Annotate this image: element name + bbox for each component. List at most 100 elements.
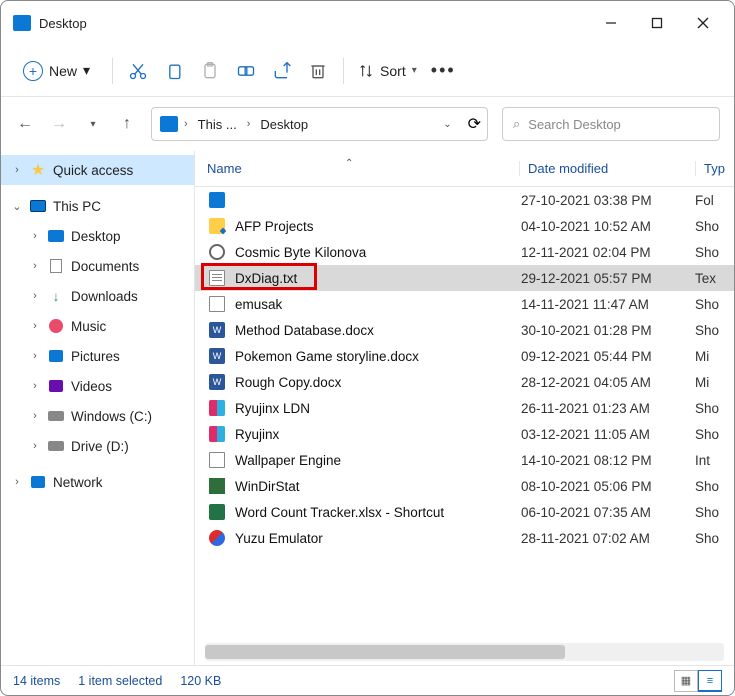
sidebar-this-pc[interactable]: ⌄ This PC — [1, 191, 194, 221]
file-row[interactable]: Yuzu Emulator28-11-2021 07:02 AMSho — [195, 525, 734, 551]
sidebar-videos[interactable]: › Videos — [1, 371, 194, 401]
rename-button[interactable] — [235, 60, 257, 82]
file-row[interactable]: Ryujinx LDN26-11-2021 01:23 AMSho — [195, 395, 734, 421]
crumb-leaf[interactable]: Desktop — [256, 115, 312, 134]
sort-button[interactable]: Sort ▾ — [358, 63, 417, 79]
back-button[interactable]: ← — [15, 114, 35, 134]
chevron-down-icon: ▾ — [412, 65, 417, 76]
sidebar-network[interactable]: › Network — [1, 467, 194, 497]
maximize-button[interactable] — [634, 8, 680, 38]
chevron-right-icon: › — [29, 410, 41, 422]
sidebar-item-label: Quick access — [53, 163, 133, 178]
horizontal-scrollbar[interactable] — [205, 643, 724, 661]
file-row[interactable]: WRough Copy.docx28-12-2021 04:05 AMMi — [195, 369, 734, 395]
minimize-button[interactable] — [588, 8, 634, 38]
file-icon: W — [207, 347, 227, 365]
recent-button[interactable]: ▾ — [83, 114, 103, 134]
scroll-thumb[interactable] — [205, 645, 565, 659]
file-row[interactable]: Ryujinx03-12-2021 11:05 AMSho — [195, 421, 734, 447]
file-name: AFP Projects — [235, 219, 519, 234]
star-icon: ★ — [29, 162, 47, 178]
copy-button[interactable] — [163, 60, 185, 82]
new-button[interactable]: + New ▾ — [15, 57, 98, 85]
file-row[interactable]: 27-10-2021 03:38 PMFol — [195, 187, 734, 213]
file-type: Sho — [695, 323, 731, 338]
status-bar: 14 items 1 item selected 120 KB ▦ ≡ — [1, 665, 734, 695]
column-date[interactable]: Date modified — [519, 161, 695, 176]
file-type: Sho — [695, 479, 731, 494]
file-type: Sho — [695, 531, 731, 546]
crumb-root[interactable]: This ... — [194, 115, 241, 134]
sidebar-downloads[interactable]: › ↓ Downloads — [1, 281, 194, 311]
view-large-button[interactable]: ▦ — [674, 670, 698, 692]
sidebar-item-label: Network — [53, 475, 103, 490]
chevron-down-icon[interactable]: ⌄ — [443, 119, 451, 130]
pc-icon — [29, 198, 47, 214]
up-button[interactable]: ↑ — [117, 114, 137, 134]
sidebar-item-label: Desktop — [71, 229, 121, 244]
file-row[interactable]: emusak14-11-2021 11:47 AMSho — [195, 291, 734, 317]
address-bar[interactable]: › This ... › Desktop ⌄ ⟳ — [151, 107, 488, 141]
file-row[interactable]: WinDirStat08-10-2021 05:06 PMSho — [195, 473, 734, 499]
file-icon — [207, 529, 227, 547]
sort-label: Sort — [380, 63, 406, 79]
column-type[interactable]: Typ — [695, 161, 731, 176]
file-row[interactable]: AFP Projects04-10-2021 10:52 AMSho — [195, 213, 734, 239]
sidebar: › ★ Quick access ⌄ This PC › Desktop › D… — [1, 151, 195, 665]
sidebar-item-label: Videos — [71, 379, 112, 394]
close-button[interactable] — [680, 8, 726, 38]
file-row[interactable]: Wallpaper Engine14-10-2021 08:12 PMInt — [195, 447, 734, 473]
file-type: Tex — [695, 271, 731, 286]
file-row[interactable]: Cosmic Byte Kilonova12-11-2021 02:04 PMS… — [195, 239, 734, 265]
document-icon — [47, 258, 65, 274]
drive-icon — [47, 408, 65, 424]
nav-row: ← → ▾ ↑ › This ... › Desktop ⌄ ⟳ ⌕ Searc… — [1, 97, 734, 151]
file-date: 08-10-2021 05:06 PM — [519, 479, 695, 494]
view-details-button[interactable]: ≡ — [698, 670, 722, 692]
file-date: 04-10-2021 10:52 AM — [519, 219, 695, 234]
sidebar-drive-d[interactable]: › Drive (D:) — [1, 431, 194, 461]
sidebar-item-label: Documents — [71, 259, 139, 274]
more-button[interactable]: ••• — [431, 60, 456, 81]
delete-button[interactable] — [307, 60, 329, 82]
status-selected: 1 item selected — [78, 674, 162, 688]
file-date: 26-11-2021 01:23 AM — [519, 401, 695, 416]
file-row[interactable]: WPokemon Game storyline.docx09-12-2021 0… — [195, 343, 734, 369]
file-type: Sho — [695, 427, 731, 442]
toolbar: + New ▾ Sort ▾ ••• — [1, 45, 734, 97]
window-title: Desktop — [39, 16, 588, 31]
paste-button[interactable] — [199, 60, 221, 82]
search-box[interactable]: ⌕ Search Desktop — [502, 107, 720, 141]
file-icon — [207, 295, 227, 313]
column-name[interactable]: Name ⌃ — [195, 161, 519, 176]
sidebar-item-label: This PC — [53, 199, 101, 214]
separator — [112, 58, 113, 84]
file-icon — [207, 243, 227, 261]
share-button[interactable] — [271, 60, 293, 82]
chevron-right-icon: › — [11, 164, 23, 176]
sidebar-drive-c[interactable]: › Windows (C:) — [1, 401, 194, 431]
new-label: New — [49, 63, 77, 79]
file-row[interactable]: WMethod Database.docx30-10-2021 01:28 PM… — [195, 317, 734, 343]
file-type: Sho — [695, 401, 731, 416]
plus-icon: + — [23, 61, 43, 81]
music-icon — [47, 318, 65, 334]
file-name: Wallpaper Engine — [235, 453, 519, 468]
forward-button[interactable]: → — [49, 114, 69, 134]
refresh-button[interactable]: ⟳ — [468, 114, 481, 134]
file-name: Method Database.docx — [235, 323, 519, 338]
cut-button[interactable] — [127, 60, 149, 82]
sidebar-pictures[interactable]: › Pictures — [1, 341, 194, 371]
drive-icon — [47, 438, 65, 454]
file-row[interactable]: DxDiag.txt29-12-2021 05:57 PMTex — [195, 265, 734, 291]
file-row[interactable]: Word Count Tracker.xlsx - Shortcut06-10-… — [195, 499, 734, 525]
sidebar-music[interactable]: › Music — [1, 311, 194, 341]
sidebar-desktop[interactable]: › Desktop — [1, 221, 194, 251]
sidebar-quick-access[interactable]: › ★ Quick access — [1, 155, 194, 185]
chevron-right-icon: › — [11, 476, 23, 488]
chevron-down-icon: ▾ — [83, 62, 90, 79]
view-buttons: ▦ ≡ — [674, 670, 722, 692]
file-type: Sho — [695, 505, 731, 520]
sidebar-documents[interactable]: › Documents — [1, 251, 194, 281]
chevron-right-icon: › — [184, 118, 188, 130]
